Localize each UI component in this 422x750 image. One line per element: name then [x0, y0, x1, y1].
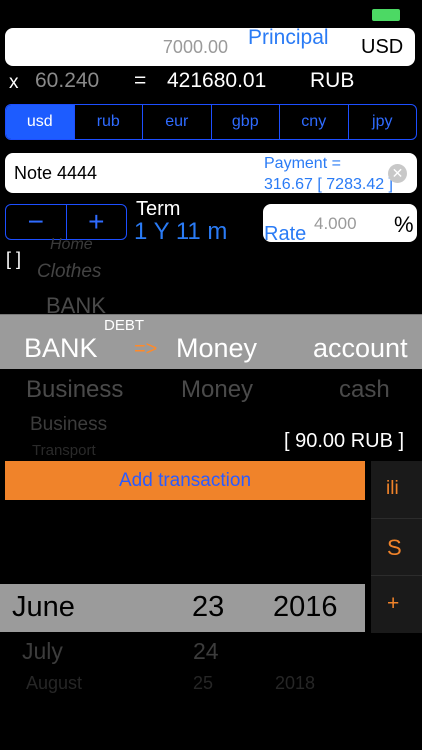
currency-tab-rub[interactable]: rub	[73, 105, 143, 139]
clear-icon[interactable]: ✕	[388, 164, 407, 183]
year-option-2018[interactable]: 2018	[275, 673, 315, 694]
rate-input[interactable]: 4.000	[314, 214, 357, 234]
month-option-july[interactable]: July	[22, 638, 63, 665]
category-option-home[interactable]: Home	[50, 236, 93, 254]
selected-to-category[interactable]: Money	[176, 333, 257, 364]
category-option-clothes[interactable]: Clothes	[37, 261, 101, 283]
category-option-transport[interactable]: Transport	[32, 442, 96, 459]
percent-sign: %	[394, 212, 414, 237]
currency-tab-cny[interactable]: cny	[279, 105, 348, 139]
rate-label: Rate	[264, 223, 307, 245]
category-option-business-2[interactable]: Business	[30, 414, 107, 436]
month-option-august[interactable]: August	[26, 673, 82, 694]
term-value: 1 Y 11 m	[134, 218, 228, 245]
currency-tab-usd[interactable]: usd	[6, 105, 74, 139]
add-button[interactable]: +	[387, 592, 399, 616]
currency-tab-jpy[interactable]: jpy	[347, 105, 417, 139]
side-divider	[371, 575, 422, 576]
category-option-money[interactable]: Money	[181, 376, 253, 404]
side-divider	[371, 518, 422, 519]
selected-month[interactable]: June	[12, 591, 75, 624]
selected-from-category[interactable]: BANK	[24, 333, 98, 364]
principal-label: Principal	[248, 26, 329, 49]
brackets-text: [ ]	[6, 249, 22, 269]
term-decrement-button[interactable]: −	[6, 205, 66, 239]
payment-amount: 316.67 [ 7283.42 ]	[264, 176, 393, 193]
category-option-business[interactable]: Business	[26, 376, 123, 404]
transfer-arrow: =>	[134, 338, 158, 360]
balance-display: [ 90.00 RUB ]	[284, 430, 405, 452]
equals-sign: =	[134, 69, 147, 92]
converted-currency: RUB	[310, 69, 355, 92]
battery-icon	[372, 9, 400, 21]
payment-summary: Payment = 316.67 [ 7283.42 ]	[264, 153, 393, 195]
multiply-sign: x	[9, 72, 19, 93]
currency-tab-gbp[interactable]: gbp	[210, 105, 280, 139]
term-increment-button[interactable]: +	[65, 205, 127, 239]
day-option-25[interactable]: 25	[193, 673, 213, 694]
currency-tab-eur[interactable]: eur	[142, 105, 211, 139]
selected-day[interactable]: 23	[192, 591, 224, 624]
selected-account[interactable]: account	[313, 333, 408, 364]
add-transaction-button[interactable]: Add transaction	[5, 461, 365, 500]
principal-input[interactable]: 7000.00	[110, 37, 228, 58]
debt-label: DEBT	[104, 317, 145, 334]
term-stepper: − +	[5, 204, 127, 240]
exchange-rate-value[interactable]: 60.240	[35, 69, 99, 93]
currency-code[interactable]: USD	[361, 36, 403, 59]
currency-segmented-control: usd rub eur gbp cny jpy	[5, 104, 417, 140]
list-button[interactable]: ili	[386, 478, 399, 500]
account-option-cash[interactable]: cash	[339, 376, 390, 404]
note-input[interactable]: Note 4444	[14, 163, 97, 184]
day-option-24[interactable]: 24	[193, 638, 219, 665]
payment-label: Payment =	[264, 155, 341, 172]
sum-button[interactable]: S	[387, 535, 402, 561]
selected-year[interactable]: 2016	[273, 591, 338, 624]
converted-amount: 421680.01	[167, 69, 267, 92]
